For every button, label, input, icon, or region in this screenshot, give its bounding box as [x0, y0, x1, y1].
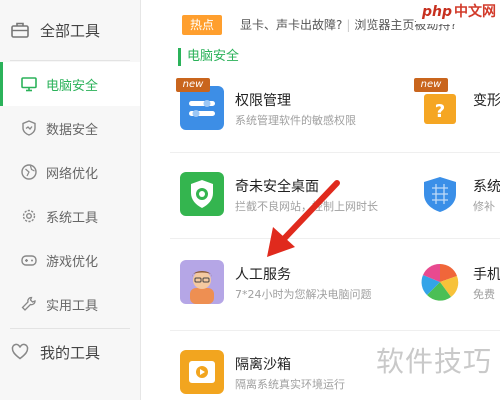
person-avatar-icon: [180, 260, 224, 304]
tool-name: 权限管理: [235, 93, 291, 109]
sidebar-item-system-tools[interactable]: 系统工具: [0, 194, 140, 238]
all-tools-label: 全部工具: [40, 21, 101, 40]
sidebar: 全部工具 电脑安全 数据安全 网络优化 系统工具 游戏优化 实用工具 我的工具: [0, 0, 141, 400]
wrench-icon: [21, 296, 36, 311]
tool-card-system[interactable]: 系统 修补: [418, 172, 500, 242]
tool-name: 人工服务: [235, 267, 291, 283]
php-logo: php: [421, 4, 452, 20]
shield-icon: [22, 120, 36, 136]
tool-description: 修补: [473, 200, 495, 213]
color-wheel-icon: [418, 260, 462, 304]
sidebar-item-network-optimize[interactable]: 网络优化: [0, 150, 140, 194]
toolbox-icon: [11, 22, 29, 38]
sidebar-item-label: 电脑安全: [46, 78, 99, 94]
hot-badge: 热点: [182, 15, 223, 35]
sidebar-item-label: 游戏优化: [46, 254, 99, 270]
toggle-settings-icon: [180, 86, 224, 130]
row-divider: [170, 330, 500, 331]
tool-name: 变形: [473, 93, 500, 109]
site-watermark: php 中文网: [415, 0, 500, 24]
row-divider: [170, 152, 500, 153]
tool-card-permission[interactable]: new 权限管理 系统管理软件的敏感权限: [176, 78, 420, 156]
gear-icon: [22, 209, 36, 223]
globe-icon: [21, 164, 37, 180]
tool-description: 7*24小时为您解决电脑问题: [235, 288, 372, 301]
tool-description: 系统管理软件的敏感权限: [235, 114, 356, 127]
category-list: 电脑安全 数据安全 网络优化 系统工具 游戏优化 实用工具: [0, 62, 140, 326]
sidebar-item-label: 数据安全: [46, 122, 99, 138]
tool-card-mobile[interactable]: 手机 免费: [418, 260, 500, 330]
sidebar-item-game-optimize[interactable]: 游戏优化: [0, 238, 140, 282]
tool-description: 隔离系统真实环境运行: [235, 378, 345, 391]
tool-name: 系统: [473, 179, 500, 195]
my-tools-link[interactable]: 我的工具: [0, 322, 140, 382]
heart-icon: [11, 343, 29, 360]
tool-name: 手机: [473, 267, 500, 283]
sidebar-item-label: 系统工具: [46, 210, 99, 226]
news-link[interactable]: 显卡、声卡出故障?: [240, 18, 342, 32]
news-separator: |: [346, 18, 351, 32]
monitor-icon: [21, 77, 37, 92]
svg-text:?: ?: [435, 101, 445, 122]
site-name: 中文网: [454, 4, 496, 20]
sidebar-item-data-security[interactable]: 数据安全: [0, 106, 140, 150]
tool-name: 隔离沙箱: [235, 357, 291, 373]
tool-card-transform[interactable]: ? new 变形: [414, 78, 500, 156]
question-box-icon: ?: [418, 86, 462, 130]
tool-description: 免费: [473, 288, 495, 301]
sidebar-item-label: 实用工具: [46, 298, 99, 314]
tool-card-human-service[interactable]: 人工服务 7*24小时为您解决电脑问题: [180, 260, 420, 330]
gamepad-icon: [21, 255, 37, 266]
new-badge: new: [176, 78, 210, 92]
my-tools-label: 我的工具: [40, 343, 101, 362]
red-arrow-icon: [267, 180, 340, 257]
all-tools-header[interactable]: 全部工具: [0, 0, 140, 60]
section-title: 电脑安全: [178, 48, 239, 66]
sandbox-icon: [180, 350, 224, 394]
shield-plus-icon: [180, 172, 224, 216]
sidebar-item-utility-tools[interactable]: 实用工具: [0, 282, 140, 326]
new-badge: new: [414, 78, 448, 92]
shield-grid-icon: [418, 172, 462, 216]
sidebar-item-label: 网络优化: [46, 166, 99, 182]
sidebar-item-computer-security[interactable]: 电脑安全: [0, 62, 140, 106]
sidebar-divider: [10, 60, 130, 61]
bottom-watermark: 软件技巧: [375, 345, 492, 378]
